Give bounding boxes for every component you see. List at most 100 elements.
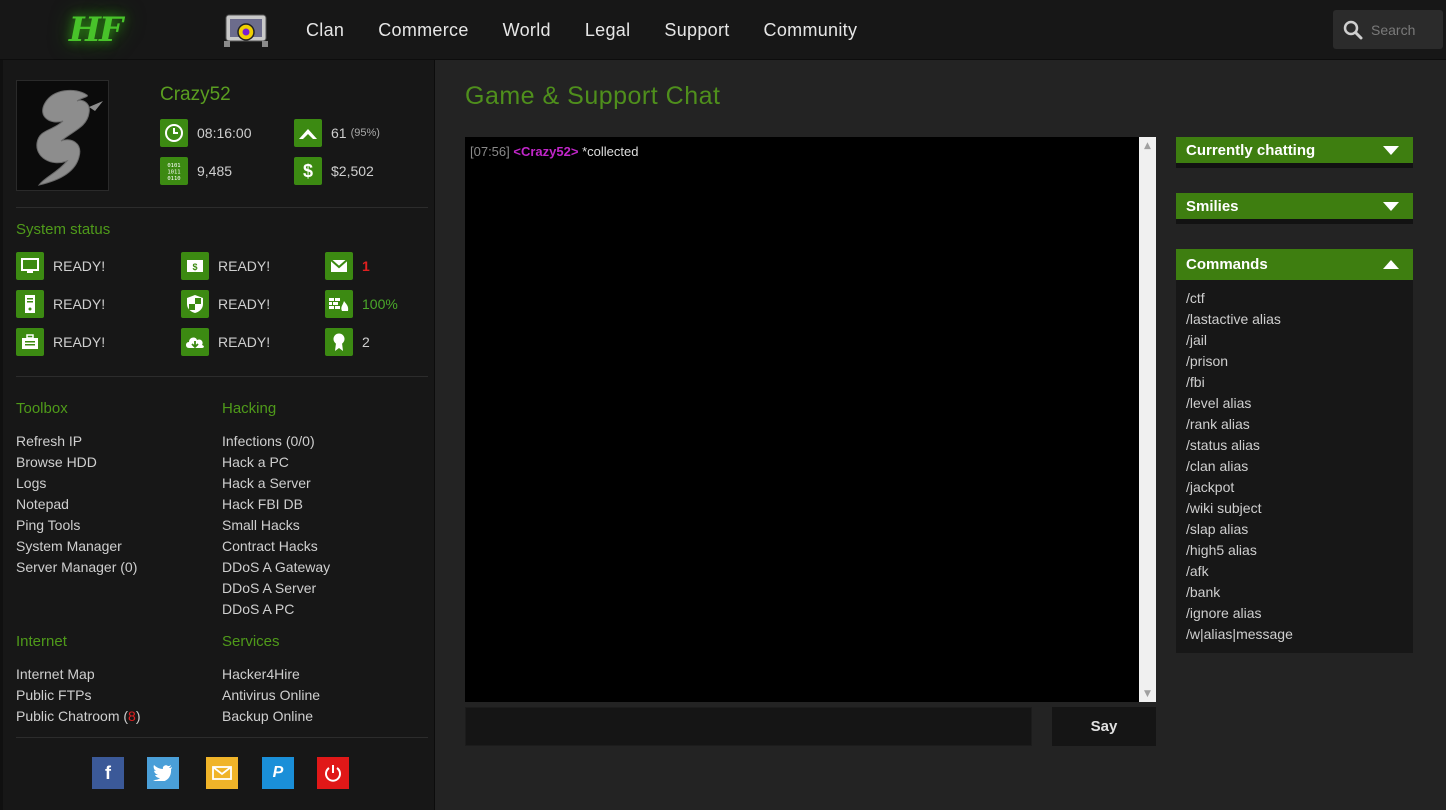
list-item[interactable]: Browse HDD: [16, 452, 137, 473]
list-item[interactable]: Internet Map: [16, 664, 141, 685]
list-item[interactable]: /rank alias: [1186, 414, 1403, 435]
list-item[interactable]: Server Manager (0): [16, 557, 137, 578]
avatar[interactable]: [16, 80, 109, 191]
list-item[interactable]: /lastactive alias: [1186, 309, 1403, 330]
scroll-up-icon[interactable]: ▲: [1139, 137, 1156, 154]
list-item[interactable]: Notepad: [16, 494, 137, 515]
list-item[interactable]: Hack FBI DB: [222, 494, 330, 515]
list-item[interactable]: /w|alias|message: [1186, 624, 1403, 645]
smilies-header[interactable]: Smilies: [1176, 193, 1413, 224]
list-item[interactable]: /bank: [1186, 582, 1403, 603]
list-item[interactable]: Backup Online: [222, 706, 320, 727]
list-item[interactable]: Refresh IP: [16, 431, 137, 452]
panel-title: Currently chatting: [1186, 141, 1316, 159]
nav-clan[interactable]: Clan: [306, 20, 344, 41]
status-value: READY!: [53, 296, 106, 312]
list-item[interactable]: Hack a PC: [222, 452, 330, 473]
status-value: READY!: [53, 258, 106, 274]
list-item[interactable]: /high5 alias: [1186, 540, 1403, 561]
username[interactable]: Crazy52: [160, 84, 231, 106]
twitter-icon: [153, 765, 172, 781]
twitter-button[interactable]: [147, 757, 179, 789]
list-item[interactable]: Small Hacks: [222, 515, 330, 536]
firewall-icon: [325, 290, 353, 318]
search-placeholder: Search: [1371, 21, 1416, 38]
toolbox-title: Toolbox: [16, 400, 68, 417]
site-logo[interactable]: HF: [30, 8, 160, 52]
mail-icon: [325, 252, 353, 280]
dollar-icon: $: [294, 157, 322, 185]
list-item[interactable]: /jackpot: [1186, 477, 1403, 498]
status-cloud-download[interactable]: READY!: [181, 328, 270, 356]
facebook-icon: f: [105, 762, 111, 783]
level-value: 61: [331, 125, 347, 141]
list-item[interactable]: System Manager: [16, 536, 137, 557]
list-item[interactable]: Hacker4Hire: [222, 664, 320, 685]
status-briefcase[interactable]: READY!: [16, 328, 105, 356]
commands-header[interactable]: Commands: [1176, 249, 1413, 280]
nav-legal[interactable]: Legal: [585, 20, 631, 41]
list-item[interactable]: Public FTPs: [16, 685, 141, 706]
list-item[interactable]: /jail: [1186, 330, 1403, 351]
smilies-panel: Smilies: [1176, 193, 1413, 224]
list-item[interactable]: DDoS A Gateway: [222, 557, 330, 578]
level-up-icon: [294, 119, 322, 147]
chat-message: [07:56] <Crazy52> *collected: [470, 144, 638, 159]
sidebar: Crazy52 08:16:00 61 (95%) 0101 1011 0110 9,…: [0, 60, 435, 810]
search-input[interactable]: Search: [1333, 10, 1443, 49]
list-item[interactable]: DDoS A Server: [222, 578, 330, 599]
nav-world[interactable]: World: [503, 20, 551, 41]
mail-button[interactable]: [206, 757, 238, 789]
list-item[interactable]: Contract Hacks: [222, 536, 330, 557]
status-firewall[interactable]: 100%: [325, 290, 398, 318]
list-item[interactable]: Antivirus Online: [222, 685, 320, 706]
time-stat: 08:16:00: [160, 119, 252, 147]
facebook-button[interactable]: f: [92, 757, 124, 789]
list-item[interactable]: Ping Tools: [16, 515, 137, 536]
nav-community[interactable]: Community: [764, 20, 858, 41]
list-item[interactable]: /fbi: [1186, 372, 1403, 393]
status-shield[interactable]: READY!: [181, 290, 270, 318]
currently-chatting-header[interactable]: Currently chatting: [1176, 137, 1413, 168]
list-item[interactable]: /ignore alias: [1186, 603, 1403, 624]
list-item[interactable]: /prison: [1186, 351, 1403, 372]
status-value: READY!: [53, 334, 106, 350]
logout-button[interactable]: [317, 757, 349, 789]
firewall-value: 100%: [362, 296, 398, 312]
status-money-transfer[interactable]: $ READY!: [181, 252, 270, 280]
chatroom-count: 8: [128, 708, 136, 724]
chat-nick[interactable]: <Crazy52>: [513, 144, 578, 159]
public-chatroom-link[interactable]: Public Chatroom (8): [16, 706, 141, 727]
power-icon: [325, 765, 341, 782]
status-mail[interactable]: 1: [325, 252, 370, 280]
chat-log[interactable]: [07:56] <Crazy52> *collected ▲ ▼: [465, 137, 1156, 702]
list-item[interactable]: /ctf: [1186, 288, 1403, 309]
paypal-button[interactable]: P: [262, 757, 294, 789]
internet-list: Internet Map Public FTPs Public Chatroom…: [16, 664, 141, 727]
mail-count: 1: [362, 258, 370, 274]
list-item[interactable]: /level alias: [1186, 393, 1403, 414]
rank-badge-icon[interactable]: [220, 12, 272, 50]
status-monitor[interactable]: READY!: [16, 252, 105, 280]
chat-input[interactable]: [465, 707, 1032, 746]
list-item[interactable]: /afk: [1186, 561, 1403, 582]
say-button[interactable]: Say: [1052, 707, 1156, 746]
list-item[interactable]: Logs: [16, 473, 137, 494]
list-item[interactable]: DDoS A PC: [222, 599, 330, 620]
nav-commerce[interactable]: Commerce: [378, 20, 468, 41]
top-bar: HF Clan Commerce World Legal Support Com…: [0, 0, 1446, 60]
status-award[interactable]: 2: [325, 328, 370, 356]
briefcase-icon: [16, 328, 44, 356]
list-item[interactable]: /status alias: [1186, 435, 1403, 456]
toolbox-list: Refresh IP Browse HDD Logs Notepad Ping …: [16, 431, 137, 578]
list-item[interactable]: Infections (0/0): [222, 431, 330, 452]
list-item[interactable]: /wiki subject: [1186, 498, 1403, 519]
chat-scrollbar[interactable]: ▲ ▼: [1139, 137, 1156, 702]
scroll-down-icon[interactable]: ▼: [1139, 685, 1156, 702]
nav-support[interactable]: Support: [664, 20, 729, 41]
list-item[interactable]: Hack a Server: [222, 473, 330, 494]
list-item[interactable]: /slap alias: [1186, 519, 1403, 540]
services-title: Services: [222, 633, 280, 650]
status-server[interactable]: READY!: [16, 290, 105, 318]
list-item[interactable]: /clan alias: [1186, 456, 1403, 477]
